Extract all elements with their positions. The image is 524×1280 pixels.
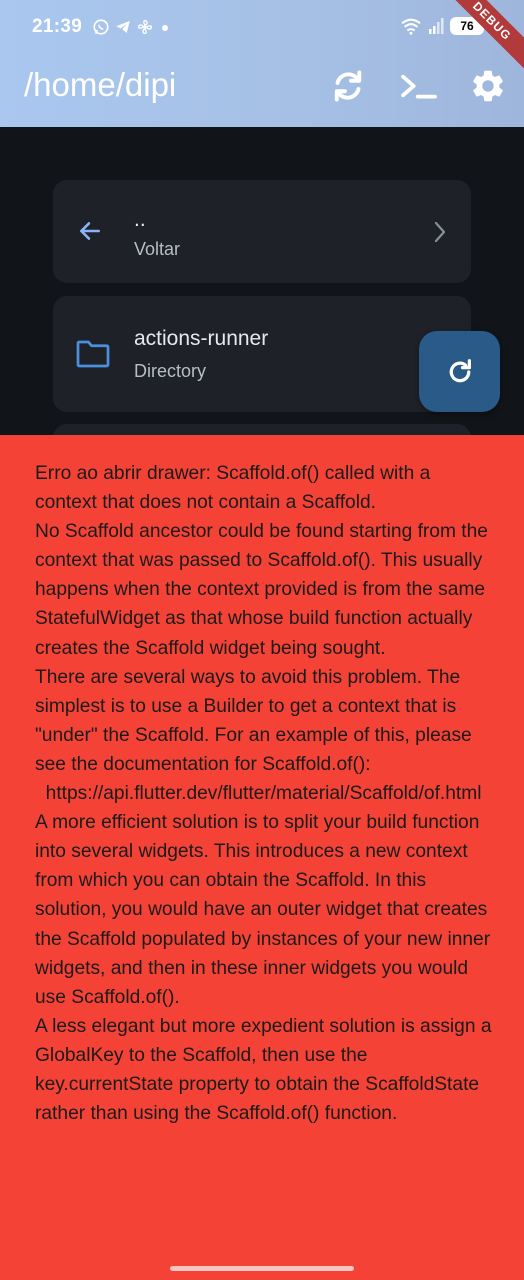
folder-icon [76, 340, 110, 368]
app-bar: 21:39 76 DEBUG /home/dipi [0, 0, 524, 127]
whatsapp-icon [93, 19, 109, 35]
list-item-directory[interactable]: actions-runner Directory [53, 296, 471, 412]
refresh-fab[interactable] [419, 331, 500, 412]
chevron-right-icon [434, 221, 446, 243]
error-message: Erro ao abrir drawer: Scaffold.of() call… [35, 463, 492, 1125]
gesture-navigation-bar[interactable] [170, 1266, 354, 1271]
signal-icon [429, 18, 444, 34]
list-item-subtitle: Directory [134, 361, 207, 381]
terminal-button[interactable] [399, 66, 439, 106]
status-time: 21:39 [32, 16, 83, 37]
telegram-icon [116, 21, 130, 33]
notification-icons [92, 18, 172, 36]
error-snackbar: Erro ao abrir drawer: Scaffold.of() call… [0, 435, 524, 1280]
fan-icon [138, 20, 152, 34]
app-screen: 21:39 76 DEBUG /home/dipi .. Voltar acti… [0, 0, 524, 1280]
list-item-back[interactable]: .. Voltar [53, 180, 471, 283]
settings-button[interactable] [468, 66, 508, 106]
status-bar: 21:39 76 DEBUG [0, 0, 524, 79]
dot-icon [162, 25, 168, 31]
refresh-icon [334, 70, 362, 102]
refresh-icon [449, 358, 471, 382]
wifi-icon [401, 18, 421, 35]
terminal-icon [401, 74, 437, 99]
list-item-subtitle: Voltar [134, 239, 181, 259]
list-item-title: actions-runner [134, 327, 269, 350]
system-icons: 76 [400, 17, 484, 35]
back-arrow-icon [80, 222, 100, 240]
refresh-button[interactable] [328, 66, 368, 106]
settings-icon [473, 70, 503, 102]
page-title: /home/dipi [24, 66, 177, 103]
list-item-title: .. [134, 208, 146, 231]
